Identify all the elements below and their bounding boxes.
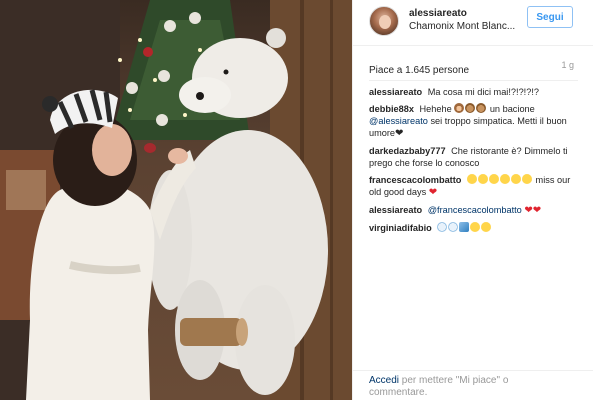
comment-item: alessiareato Ma cosa mi dici mai!?!?!?!? bbox=[369, 86, 578, 98]
snowflake-emoji bbox=[448, 222, 459, 232]
post-location[interactable]: Chamonix Mont Blanc... bbox=[409, 21, 517, 32]
grin-emoji bbox=[499, 174, 510, 184]
comment-mention[interactable]: @francescacolombatto bbox=[428, 205, 522, 215]
post-side-panel: alessiareato Chamonix Mont Blanc... Segu… bbox=[352, 0, 593, 400]
post-username[interactable]: alessiareato bbox=[409, 8, 467, 19]
grin-emoji bbox=[466, 174, 477, 184]
comment-item: francescacolombatto miss our old good da… bbox=[369, 174, 578, 199]
skier-emoji bbox=[459, 222, 470, 232]
comment-item: alessiareato @francescacolombatto ❤❤ bbox=[369, 204, 578, 217]
monkey-emoji bbox=[454, 103, 465, 113]
comment-footer: Accedi per mettere "Mi piace" o commenta… bbox=[353, 370, 593, 400]
snowflake-emoji bbox=[437, 222, 448, 232]
grin-emoji bbox=[477, 174, 488, 184]
comment-text: Hehehe bbox=[419, 104, 452, 114]
divider bbox=[369, 80, 578, 81]
comment-user[interactable]: debbie88x bbox=[369, 104, 414, 114]
comment-user[interactable]: francescacolombatto bbox=[369, 175, 461, 185]
comment-list: alessiareato Ma cosa mi dici mai!?!?!?!?… bbox=[369, 86, 578, 239]
grin-emoji bbox=[488, 174, 499, 184]
comment-text: un bacione bbox=[489, 104, 535, 114]
login-link[interactable]: Accedi bbox=[369, 375, 399, 386]
grin-emoji bbox=[510, 174, 521, 184]
follow-button[interactable]: Segui bbox=[527, 6, 573, 28]
smile-emoji bbox=[470, 222, 481, 232]
comment-item: darkedazbaby777 Che ristorante è? Dimmel… bbox=[369, 145, 578, 169]
post-time[interactable]: 1 g bbox=[561, 60, 574, 70]
heart-emoji: ❤ bbox=[395, 128, 404, 139]
add-comment-prompt: Accedi per mettere "Mi piace" o commenta… bbox=[369, 375, 539, 399]
post-photo[interactable] bbox=[0, 0, 352, 400]
grin-emoji bbox=[521, 174, 532, 184]
post-header: alessiareato Chamonix Mont Blanc... Segu… bbox=[353, 0, 593, 46]
comment-user[interactable]: alessiareato bbox=[369, 205, 422, 215]
heart-emoji: ❤ bbox=[428, 187, 438, 198]
photo-illustration bbox=[0, 0, 352, 400]
smile-emoji bbox=[481, 222, 492, 232]
likes-row: Piace a 1.645 persone 1 g bbox=[369, 60, 578, 76]
bear-emoji bbox=[465, 103, 476, 113]
comment-user[interactable]: alessiareato bbox=[369, 87, 422, 97]
comment-mention[interactable]: @alessiareato bbox=[369, 116, 428, 126]
comment-user[interactable]: virginiadifabio bbox=[369, 223, 432, 233]
comment-item: debbie88x Hehehe un bacione @alessiareat… bbox=[369, 103, 578, 140]
likes-count[interactable]: Piace a 1.645 persone bbox=[369, 65, 469, 76]
bear-emoji bbox=[476, 103, 487, 113]
comment-text: Ma cosa mi dici mai!?!?!?!? bbox=[427, 87, 540, 97]
comment-item: virginiadifabio bbox=[369, 222, 578, 234]
avatar[interactable] bbox=[369, 6, 399, 36]
heart-emoji: ❤❤ bbox=[524, 205, 542, 216]
comment-user[interactable]: darkedazbaby777 bbox=[369, 146, 446, 156]
